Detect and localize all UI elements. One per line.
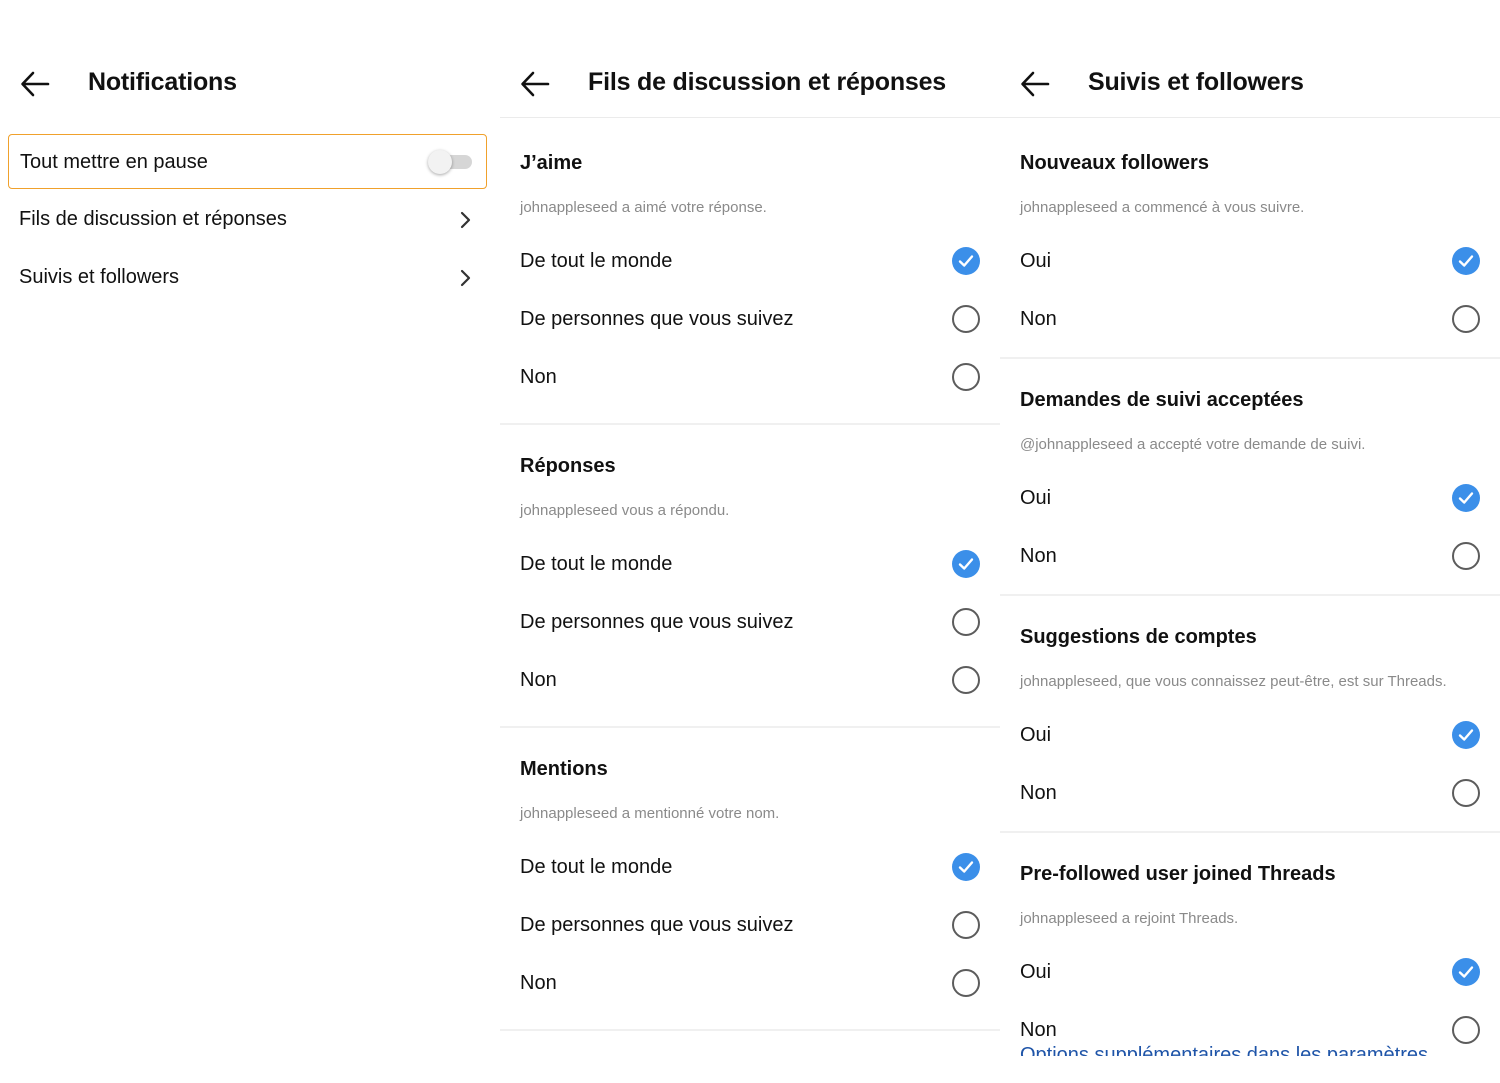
radio-checked-icon[interactable] [952,853,980,881]
section-divider [1000,831,1500,833]
radio-option[interactable]: De personnes que vous suivez [500,294,1000,344]
option-label: Non [1020,1019,1057,1041]
pause-all-label: Tout mettre en pause [20,151,208,173]
page-title: Suivis et followers [1088,68,1304,96]
option-label: Oui [1020,250,1052,272]
option-label: Non [520,669,557,691]
back-arrow-icon[interactable] [1020,71,1050,97]
section-subtitle: johnappleseed a rejoint Threads. [1020,910,1239,927]
radio-checked-icon[interactable] [1452,484,1480,512]
section-subtitle: johnappleseed a aimé votre réponse. [520,199,767,216]
radio-unchecked-icon[interactable] [952,911,980,939]
radio-option[interactable]: Oui [1000,947,1500,997]
header: Notifications [0,50,500,118]
toggle-thumb [428,150,452,174]
radio-checked-icon[interactable] [1452,958,1480,986]
radio-unchecked-icon[interactable] [1452,542,1480,570]
section-divider [500,726,1000,728]
option-label: Oui [1020,487,1052,509]
radio-unchecked-icon[interactable] [952,969,980,997]
page-title: Notifications [88,68,237,96]
page-title: Fils de discussion et réponses [588,68,947,96]
radio-checked-icon[interactable] [1452,721,1480,749]
radio-checked-icon[interactable] [1452,247,1480,275]
option-label: De tout le monde [520,250,673,272]
option-label: Non [520,972,557,994]
section-title: Suggestions de comptes [1020,626,1257,648]
section-title: Réponses [520,455,616,477]
nav-item-threads-replies[interactable]: Fils de discussion et réponses [8,195,487,245]
section-subtitle: johnappleseed, que vous connaissez peut-… [1020,673,1447,690]
radio-unchecked-icon[interactable] [1452,1016,1480,1044]
section-title: Mentions [520,758,608,780]
chevron-right-icon [460,211,471,229]
section-subtitle: johnappleseed a mentionné votre nom. [520,805,780,822]
option-label: De personnes que vous suivez [520,308,794,330]
section-title: Nouveaux followers [1020,152,1209,174]
radio-option[interactable]: De personnes que vous suivez [500,900,1000,950]
section-divider [1000,594,1500,596]
back-arrow-icon[interactable] [20,71,50,97]
section-title: J’aime [520,152,583,174]
pause-all-row[interactable]: Tout mettre en pause [8,134,487,189]
option-label: Non [1020,545,1057,567]
radio-option[interactable]: Non [1000,294,1500,344]
nav-item-label: Fils de discussion et réponses [19,208,287,230]
radio-option[interactable]: Non [1000,768,1500,818]
radio-unchecked-icon[interactable] [1452,779,1480,807]
radio-checked-icon[interactable] [952,247,980,275]
nav-item-follows-followers[interactable]: Suivis et followers [8,253,487,303]
section-divider [500,1029,1000,1031]
threads-replies-panel: Fils de discussion et réponses J’aime joh… [500,0,1000,1056]
header: Suivis et followers [1000,50,1500,118]
nav-item-label: Suivis et followers [19,266,180,288]
radio-option[interactable]: De personnes que vous suivez [500,597,1000,647]
option-label: De personnes que vous suivez [520,611,794,633]
section-subtitle: johnappleseed a commencé à vous suivre. [1020,199,1305,216]
section-subtitle: johnappleseed vous a répondu. [520,502,730,519]
option-label: Oui [1020,961,1052,983]
more-settings-link[interactable]: Options supplémentaires dans les paramèt… [1020,1044,1428,1056]
section-divider [1000,357,1500,359]
radio-option[interactable]: Non [1000,531,1500,581]
radio-unchecked-icon[interactable] [952,305,980,333]
radio-unchecked-icon[interactable] [952,363,980,391]
header: Fils de discussion et réponses [500,50,1000,118]
section-title: Pre-followed user joined Threads [1020,863,1336,885]
radio-option[interactable]: Non [500,655,1000,705]
radio-option[interactable]: Oui [1000,236,1500,286]
notifications-panel: Notifications Tout mettre en pause Fils … [0,0,500,1056]
option-label: De personnes que vous suivez [520,914,794,936]
chevron-right-icon [460,269,471,287]
section-divider [500,423,1000,425]
option-label: Non [1020,782,1057,804]
option-label: Non [1020,308,1057,330]
section-subtitle: @johnappleseed a accepté votre demande d… [1020,436,1366,453]
radio-unchecked-icon[interactable] [1452,305,1480,333]
back-arrow-icon[interactable] [520,71,550,97]
pause-all-toggle[interactable] [428,149,474,175]
section-title: Demandes de suivi acceptées [1020,389,1304,411]
option-label: Non [520,366,557,388]
radio-option[interactable]: Oui [1000,473,1500,523]
option-label: De tout le monde [520,553,673,575]
radio-option[interactable]: Oui [1000,710,1500,760]
radio-option[interactable]: De tout le monde [500,842,1000,892]
radio-option[interactable]: De tout le monde [500,539,1000,589]
follows-followers-panel: Suivis et followers Nouveaux followers jo… [1000,0,1500,1056]
radio-unchecked-icon[interactable] [952,666,980,694]
radio-option[interactable]: Non [500,958,1000,1008]
radio-checked-icon[interactable] [952,550,980,578]
radio-option[interactable]: De tout le monde [500,236,1000,286]
radio-unchecked-icon[interactable] [952,608,980,636]
radio-option[interactable]: Non [500,352,1000,402]
option-label: Oui [1020,724,1052,746]
option-label: De tout le monde [520,856,673,878]
